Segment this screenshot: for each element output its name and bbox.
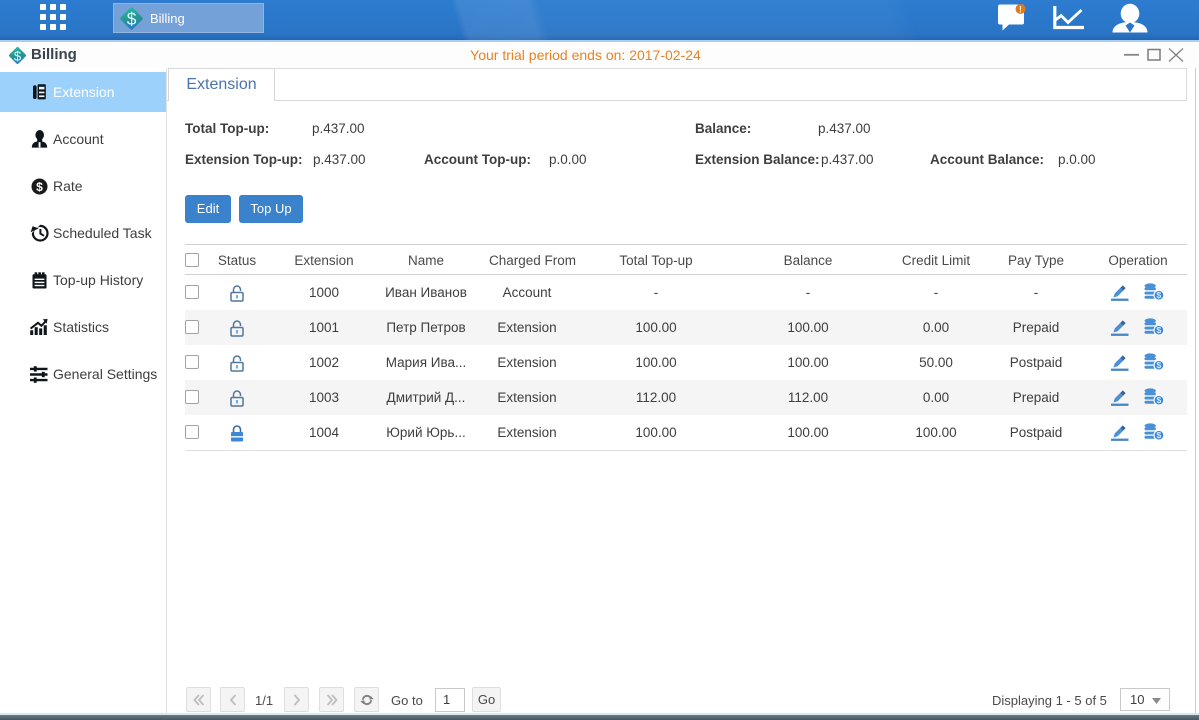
- svg-text:$: $: [127, 8, 137, 28]
- svg-text:!: !: [1019, 5, 1022, 16]
- svg-text:$: $: [36, 180, 43, 194]
